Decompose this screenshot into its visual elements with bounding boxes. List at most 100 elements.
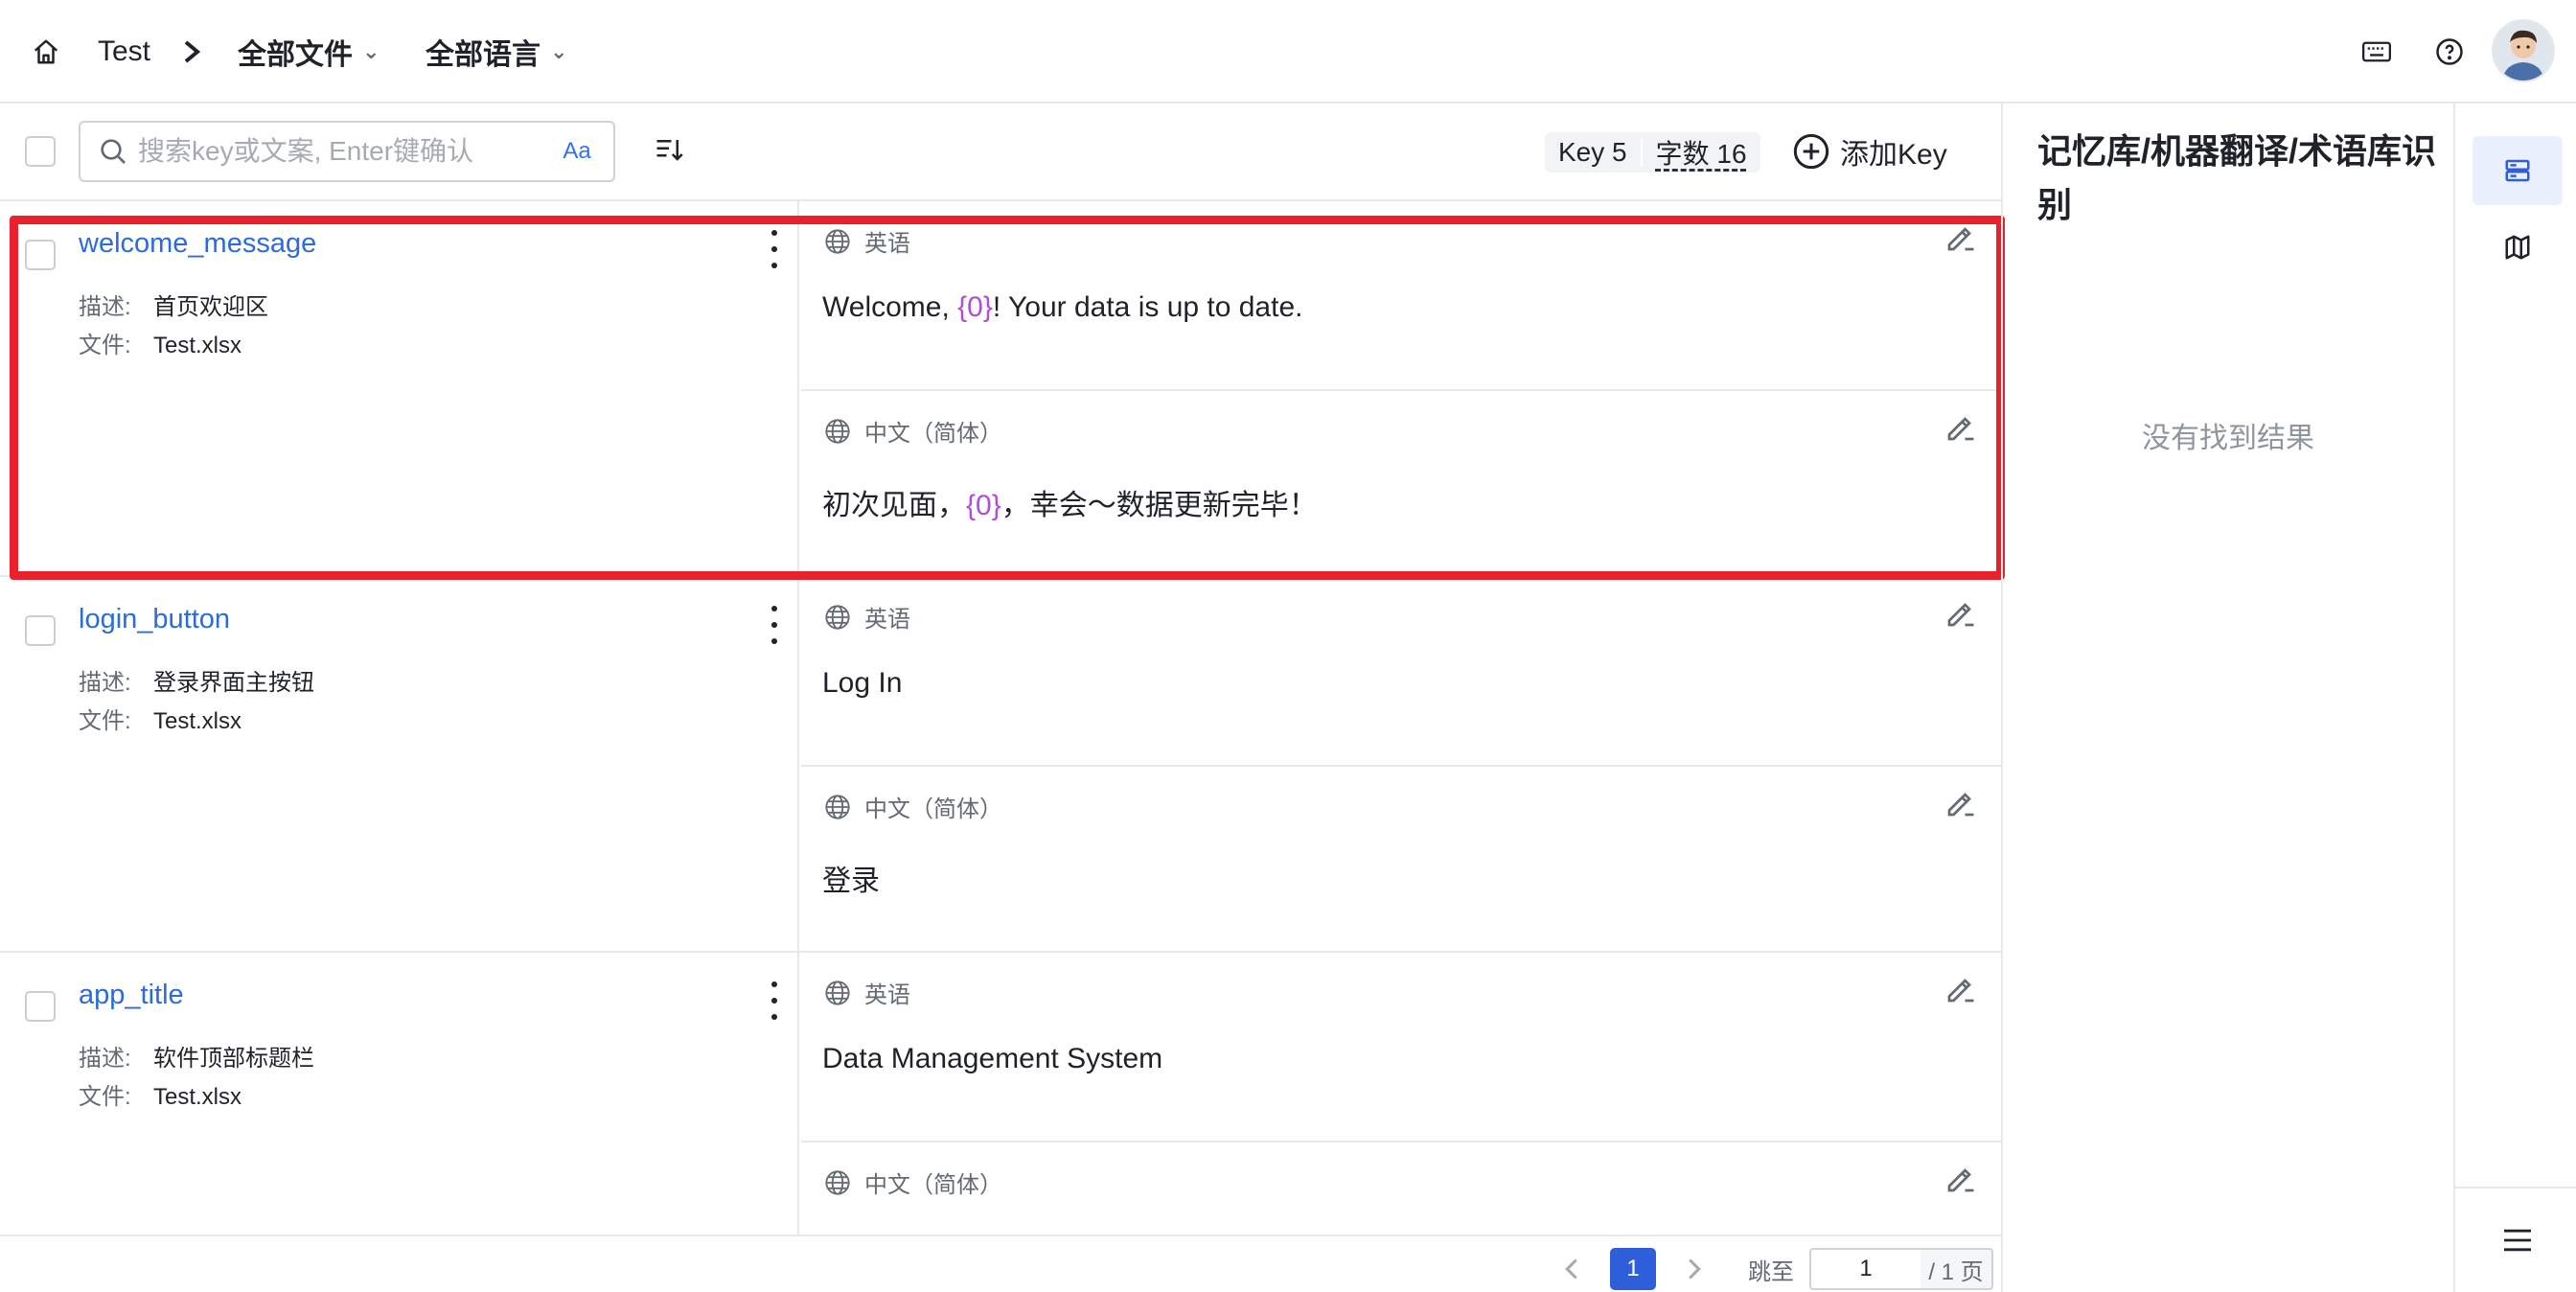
match-case-toggle[interactable]: Aa bbox=[556, 132, 598, 171]
word-count: 字数 16 bbox=[1655, 139, 1747, 169]
description-value: 登录界面主按钮 bbox=[153, 670, 314, 696]
file-label: 文件: bbox=[79, 333, 131, 358]
rail-menu-button[interactable] bbox=[2472, 1206, 2563, 1275]
select-all-checkbox[interactable] bbox=[25, 136, 56, 167]
language-header: 中文（简体） bbox=[824, 414, 1002, 448]
pagination-bar: 1 跳至 1 / 1 页 bbox=[0, 1234, 2001, 1292]
plus-circle-icon bbox=[1792, 132, 1830, 171]
description-value: 首页欢迎区 bbox=[153, 294, 268, 320]
translation-text: Data Management System bbox=[822, 1043, 1163, 1074]
more-vertical-icon[interactable] bbox=[765, 981, 784, 1020]
map-icon bbox=[2503, 233, 2532, 262]
description-label: 描述: bbox=[79, 670, 131, 696]
breadcrumb-project[interactable]: Test bbox=[98, 0, 150, 104]
more-vertical-icon[interactable] bbox=[765, 230, 784, 268]
edit-icon[interactable] bbox=[1944, 786, 1978, 820]
stats-badge: Key 5 字数 16 bbox=[1545, 132, 1760, 173]
next-page-icon[interactable] bbox=[1675, 1248, 1714, 1290]
panel-title: 记忆库/机器翻译/术语库识别 bbox=[2037, 131, 2437, 224]
row-checkbox[interactable] bbox=[25, 240, 56, 270]
key-name-link[interactable]: login_button bbox=[79, 604, 230, 635]
chevron-right-icon bbox=[182, 0, 201, 104]
translation-block-en[interactable]: 英语 Data Management System bbox=[801, 953, 2001, 1140]
placeholder-token: {0} bbox=[957, 291, 993, 323]
key-count: Key 5 bbox=[1558, 137, 1627, 167]
keyboard-icon[interactable] bbox=[2358, 33, 2396, 71]
globe-icon bbox=[825, 228, 850, 254]
file-label: 文件: bbox=[79, 708, 131, 734]
file-label: 文件: bbox=[79, 1084, 131, 1110]
table-row: login_button 描述: 登录界面主按钮 文件: Test.xlsx 英语 … bbox=[0, 575, 2001, 951]
add-key-label: 添加Key bbox=[1840, 139, 1947, 171]
language-header: 英语 bbox=[824, 224, 910, 258]
chevron-down-icon: ⌄ bbox=[550, 39, 568, 63]
rail-matches-button[interactable] bbox=[2472, 136, 2563, 205]
file-filter-dropdown[interactable]: 全部文件 ⌄ bbox=[238, 0, 380, 104]
placeholder-token: {0} bbox=[966, 490, 1001, 521]
divider bbox=[2455, 1187, 2576, 1188]
globe-icon bbox=[825, 980, 850, 1005]
description-label: 描述: bbox=[79, 294, 131, 320]
text-segment: 初次见面， bbox=[822, 490, 966, 521]
key-cell: welcome_message 描述: 首页欢迎区 文件: Test.xlsx bbox=[0, 201, 799, 575]
language-header: 英语 bbox=[824, 976, 910, 1009]
jump-label: 跳至 bbox=[1748, 1258, 1794, 1285]
search-icon bbox=[98, 136, 128, 172]
empty-state: 没有找到结果 bbox=[2142, 423, 2314, 454]
jump-page-input[interactable]: 1 bbox=[1809, 1248, 1922, 1290]
row-checkbox[interactable] bbox=[25, 991, 56, 1022]
edit-icon[interactable] bbox=[1944, 220, 1978, 255]
avatar[interactable] bbox=[2492, 19, 2555, 82]
language-name: 中文（简体） bbox=[864, 1172, 1002, 1198]
translation-block-zh[interactable]: 中文（简体） 登录 bbox=[801, 765, 2001, 952]
total-pages: / 1 页 bbox=[1920, 1248, 1993, 1290]
add-key-button[interactable]: 添加Key bbox=[1792, 125, 1947, 178]
edit-icon[interactable] bbox=[1944, 596, 1978, 631]
description-value: 软件顶部标题栏 bbox=[153, 1046, 314, 1072]
language-header: 英语 bbox=[824, 600, 910, 634]
key-file: 文件: Test.xlsx bbox=[79, 702, 242, 735]
language-name: 中文（简体） bbox=[864, 796, 1002, 822]
key-name-link[interactable]: app_title bbox=[79, 980, 184, 1011]
translation-block-en[interactable]: 英语 Welcome, {0}! Your data is up to date… bbox=[801, 201, 2001, 388]
more-vertical-icon[interactable] bbox=[765, 606, 784, 644]
file-value: Test.xlsx bbox=[153, 708, 242, 734]
page-number-current[interactable]: 1 bbox=[1610, 1248, 1656, 1290]
text-segment: ! Your data is up to date. bbox=[992, 291, 1303, 323]
file-value: Test.xlsx bbox=[153, 333, 242, 358]
translation-block-zh[interactable]: 中文（简体） 初次见面，{0}，幸会～数据更新完毕！ bbox=[801, 389, 2001, 576]
key-file: 文件: Test.xlsx bbox=[79, 1077, 242, 1111]
rail-glossary-button[interactable] bbox=[2472, 213, 2563, 282]
key-cell: login_button 描述: 登录界面主按钮 文件: Test.xlsx bbox=[0, 577, 799, 951]
language-header: 中文（简体） bbox=[824, 790, 1002, 823]
text-segment: ，幸会～数据更新完毕！ bbox=[1000, 490, 1318, 521]
home-icon[interactable] bbox=[27, 33, 65, 71]
sort-icon[interactable] bbox=[650, 130, 688, 169]
edit-icon[interactable] bbox=[1944, 972, 1978, 1006]
language-name: 中文（简体） bbox=[864, 421, 1002, 447]
description-label: 描述: bbox=[79, 1046, 131, 1072]
language-name: 英语 bbox=[864, 607, 910, 633]
match-panel: 记忆库/机器翻译/术语库识别 没有找到结果 bbox=[2001, 104, 2453, 1292]
translation-block-en[interactable]: 英语 Log In bbox=[801, 577, 2001, 764]
key-description: 描述: 登录界面主按钮 bbox=[79, 663, 314, 697]
edit-icon[interactable] bbox=[1944, 410, 1978, 445]
globe-icon bbox=[825, 1169, 850, 1195]
language-name: 英语 bbox=[864, 231, 910, 257]
prev-page-icon[interactable] bbox=[1552, 1248, 1591, 1290]
row-checkbox[interactable] bbox=[25, 615, 56, 646]
key-name-link[interactable]: welcome_message bbox=[79, 228, 316, 260]
language-filter-dropdown[interactable]: 全部语言 ⌄ bbox=[426, 0, 567, 104]
translation-text: Welcome, {0}! Your data is up to date. bbox=[822, 291, 1302, 324]
text-segment: Welcome, bbox=[822, 291, 958, 323]
translation-text: Log In bbox=[822, 667, 903, 699]
globe-icon bbox=[825, 418, 850, 444]
edit-icon[interactable] bbox=[1944, 1162, 1978, 1196]
file-filter-label: 全部文件 bbox=[238, 39, 353, 71]
language-filter-label: 全部语言 bbox=[426, 39, 540, 71]
language-header: 中文（简体） bbox=[824, 1165, 1002, 1199]
help-icon[interactable] bbox=[2430, 33, 2469, 71]
file-value: Test.xlsx bbox=[153, 1084, 242, 1110]
search-input[interactable] bbox=[138, 123, 521, 180]
hamburger-menu-icon bbox=[2501, 1227, 2534, 1254]
